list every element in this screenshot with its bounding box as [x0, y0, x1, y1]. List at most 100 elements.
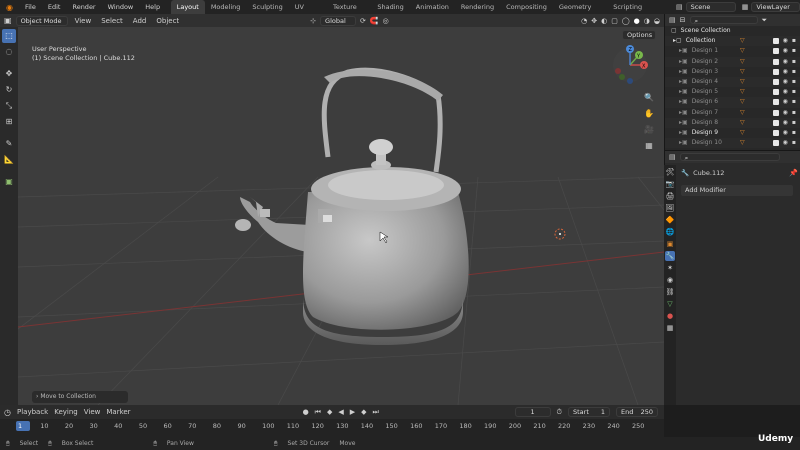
tab-sculpting[interactable]: Sculpting — [246, 0, 288, 14]
start-frame-field[interactable]: Start 1 — [568, 407, 610, 417]
visibility-checkbox[interactable] — [772, 79, 779, 86]
particles-tab-icon[interactable]: ✶ — [665, 263, 675, 273]
menu-edit[interactable]: Edit — [42, 3, 67, 11]
render-camera-icon[interactable]: ▪ — [792, 87, 796, 97]
menu-help[interactable]: Help — [139, 3, 166, 11]
overlay-icon[interactable]: ◐ — [601, 17, 607, 25]
play-icon[interactable]: ▶ — [350, 408, 355, 416]
outliner-item[interactable]: ▸▢ Collection ▽ ◉ ▪ — [665, 36, 800, 47]
visibility-checkbox[interactable] — [772, 129, 779, 136]
scene-tab-icon[interactable]: 🔶 — [665, 215, 675, 225]
outliner-item[interactable]: ▸▣ Design 7 ▽ ◉ ▪ — [665, 108, 800, 118]
menu-keying[interactable]: Keying — [54, 408, 78, 416]
tab-layout[interactable]: Layout — [170, 0, 205, 14]
outliner-item[interactable]: ▸▣ Design 3 ▽ ◉ ▪ — [665, 67, 800, 77]
eye-icon[interactable]: ◉ — [783, 87, 788, 97]
render-camera-icon[interactable]: ▪ — [792, 138, 796, 148]
tool-tab-icon[interactable]: 🛠 — [665, 167, 675, 177]
pin-icon[interactable]: 📌 — [789, 169, 798, 177]
end-frame-field[interactable]: End 250 — [616, 407, 658, 417]
navigation-gizmo[interactable]: X Y Z — [613, 45, 648, 84]
eye-icon[interactable]: ◉ — [783, 67, 788, 77]
visibility-checkbox[interactable] — [772, 109, 779, 116]
render-camera-icon[interactable]: ▪ — [792, 57, 796, 67]
output-tab-icon[interactable]: 🖨 — [665, 191, 675, 201]
tab-compositing[interactable]: Compositing — [500, 0, 553, 14]
camera-icon[interactable]: 🎥 — [642, 123, 656, 137]
tab-geometry-nodes[interactable]: Geometry Nodes — [553, 0, 607, 25]
cursor-icon[interactable]: ◌ — [2, 45, 16, 59]
annotate-icon[interactable]: ✎ — [2, 137, 16, 151]
tab-shading[interactable]: Shading — [371, 0, 409, 14]
visibility-checkbox[interactable] — [772, 140, 779, 147]
view-layer-tab-icon[interactable]: 🖼 — [665, 203, 675, 213]
render-tab-icon[interactable]: 📷 — [665, 179, 675, 189]
jump-end-icon[interactable]: ⏭ — [373, 408, 379, 417]
filter-icon[interactable]: ⊟ — [680, 16, 686, 24]
eye-icon[interactable]: ◉ — [783, 97, 788, 107]
visibility-checkbox[interactable] — [772, 119, 779, 126]
render-camera-icon[interactable]: ▪ — [792, 118, 796, 128]
eye-icon[interactable]: ◉ — [783, 36, 788, 46]
pivot-icon[interactable]: ⟳ — [360, 17, 366, 25]
outliner-item[interactable]: ▸▣ Design 8 ▽ ◉ ▪ — [665, 117, 800, 128]
funnel-icon[interactable]: ⏷ — [762, 16, 768, 25]
operator-panel[interactable]: › Move to Collection — [32, 391, 128, 403]
shading-solid-icon[interactable]: ● — [634, 17, 640, 25]
outliner-item[interactable]: ▸▣ Design 6 ▽ ◉ ▪ — [665, 97, 800, 108]
outliner-item[interactable]: ▸▣ Design 10 ▽ ◉ ▪ — [665, 138, 800, 149]
tab-rendering[interactable]: Rendering — [455, 0, 500, 14]
rotate-icon[interactable]: ↻ — [2, 83, 16, 97]
outliner-item[interactable]: ▸▣ Design 4 ▽ ◉ ▪ — [665, 76, 800, 88]
tab-scripting[interactable]: Scripting — [607, 0, 648, 14]
render-camera-icon[interactable]: ▪ — [792, 77, 796, 87]
pan-hand-icon[interactable]: ✋ — [642, 107, 656, 121]
outliner-item[interactable]: ▸▣ Design 1 ▽ ◉ ▪ — [665, 46, 800, 56]
transform-icon[interactable]: ⊞ — [2, 115, 16, 129]
tab-texture-paint[interactable]: Texture Paint — [327, 0, 371, 25]
menu-timeline-view[interactable]: View — [84, 408, 101, 416]
eye-icon[interactable]: ◉ — [783, 138, 788, 148]
proportional-icon[interactable]: ◎ — [383, 17, 389, 25]
visibility-checkbox[interactable] — [772, 99, 779, 106]
grid-perspective-icon[interactable]: ▦ — [642, 139, 656, 153]
physics-tab-icon[interactable]: ◉ — [665, 275, 675, 285]
view-layer-field[interactable]: ViewLayer — [751, 2, 800, 12]
add-modifier-button[interactable]: Add Modifier — [681, 185, 793, 196]
modifier-tab-icon[interactable]: 🔧 — [665, 251, 675, 261]
measure-icon[interactable]: 📐 — [2, 153, 16, 167]
eye-icon[interactable]: ◉ — [783, 128, 788, 138]
eye-icon[interactable]: ◉ — [783, 118, 788, 128]
xray-icon[interactable]: ▢ — [611, 17, 618, 25]
editor-type-icon[interactable]: ▣ — [4, 16, 12, 25]
timeline-editor-icon[interactable]: ◷ — [4, 408, 11, 417]
outliner-search-input[interactable]: ⌕ — [689, 16, 758, 25]
visibility-icon[interactable]: ◔ — [581, 17, 587, 25]
tab-modeling[interactable]: Modeling — [205, 0, 247, 14]
texture-tab-icon[interactable]: ▦ — [665, 323, 675, 333]
render-camera-icon[interactable]: ▪ — [792, 128, 796, 138]
outliner-item[interactable]: ▸▣ Design 5 ▽ ◉ ▪ — [665, 87, 800, 97]
tab-animation[interactable]: Animation — [410, 0, 455, 14]
visibility-checkbox[interactable] — [772, 48, 779, 55]
add-cube-icon[interactable]: ▣ — [2, 175, 16, 189]
object-name[interactable]: Cube.112 — [693, 169, 724, 177]
render-camera-icon[interactable]: ▪ — [792, 36, 796, 46]
render-camera-icon[interactable]: ▪ — [792, 108, 796, 118]
eye-icon[interactable]: ◉ — [783, 77, 788, 87]
menu-view[interactable]: View — [72, 17, 95, 25]
render-camera-icon[interactable]: ▪ — [792, 46, 796, 56]
shading-render-icon[interactable]: ◒ — [654, 17, 660, 25]
eye-icon[interactable]: ◉ — [783, 46, 788, 56]
jump-start-icon[interactable]: ⏮ — [315, 408, 321, 417]
menu-render[interactable]: Render — [66, 3, 101, 11]
visibility-checkbox[interactable] — [772, 89, 779, 96]
properties-search-input[interactable]: ⌕ — [679, 153, 780, 162]
render-camera-icon[interactable]: ▪ — [792, 97, 796, 107]
zoom-icon[interactable]: 🔍 — [642, 91, 656, 105]
visibility-checkbox[interactable] — [772, 68, 779, 75]
next-key-icon[interactable]: ◆ — [361, 408, 366, 416]
menu-select[interactable]: Select — [98, 17, 126, 25]
shading-material-icon[interactable]: ◑ — [644, 17, 650, 25]
play-reverse-icon[interactable]: ◀ — [338, 408, 343, 416]
